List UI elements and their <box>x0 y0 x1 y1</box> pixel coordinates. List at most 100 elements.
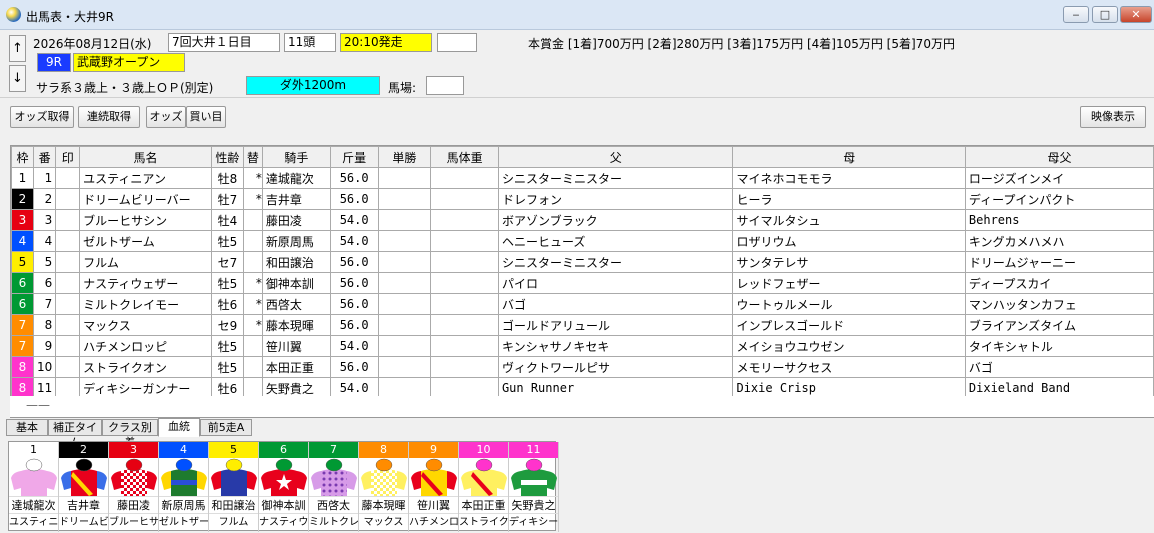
cell-sire: ゴールドアリュール <box>497 314 734 336</box>
silk-column[interactable]: 11 矢野貴之 ディキシー <box>509 442 559 532</box>
col-sire-header[interactable]: 父 <box>497 146 734 168</box>
cell-odds <box>377 314 432 336</box>
col-dam-header[interactable]: 母 <box>732 146 966 168</box>
cell-sire: ヘニーヒューズ <box>497 230 734 252</box>
jockey-silk-icon <box>309 458 358 496</box>
cell-dam: ロザリウム <box>732 230 966 252</box>
silk-horse-name: ナスティウ <box>259 513 308 530</box>
silk-column[interactable]: 4 新原周馬 ゼルトザー <box>159 442 209 532</box>
silk-number: 1 <box>9 442 58 458</box>
silk-column[interactable]: 5 和田譲治 フルム <box>209 442 259 532</box>
baba-label: 馬場: <box>388 81 417 95</box>
cell-sire: ヴィクトワールピサ <box>497 356 734 378</box>
cell-weight: 56.0 <box>329 314 379 336</box>
cell-waku: 7 <box>11 335 34 357</box>
cell-ban: 6 <box>32 272 57 294</box>
maximize-button[interactable]: □ <box>1092 6 1118 23</box>
cell-mark <box>55 272 81 294</box>
col-odds-header[interactable]: 単勝 <box>377 146 432 168</box>
silk-column[interactable]: 8 藤本現暉 マックス <box>359 442 409 532</box>
close-button[interactable]: ✕ <box>1120 6 1152 23</box>
cell-bms: ロージズインメイ <box>964 167 1154 189</box>
silk-column[interactable]: 7 西啓太 ミルトクレ <box>309 442 359 532</box>
col-weight-header[interactable]: 斤量 <box>329 146 379 168</box>
cell-kae <box>242 230 263 252</box>
tab-2[interactable]: クラス別着 <box>102 419 158 449</box>
tab-4[interactable]: 前5走A <box>200 419 252 436</box>
table-row[interactable]: 3 3 ブルーヒサシン 牡4 藤田凌 54.0 ボアゾンブラック サイマルタシュ Behrens <box>11 209 1154 231</box>
video-button[interactable]: 映像表示 <box>1080 106 1146 128</box>
cell-weight: 54.0 <box>329 209 379 231</box>
kaime-button[interactable]: 買い目 <box>186 106 226 128</box>
col-jockey-header[interactable]: 騎手 <box>261 146 331 168</box>
cell-kae <box>242 209 263 231</box>
cell-kae: * <box>242 314 263 336</box>
silk-jockey-name: 本田正重 <box>459 496 508 513</box>
race-header: ↑ ↓ 2026年08月12日(水) 7回大井１日目 11頭 20:10発走 本… <box>0 31 1154 97</box>
silk-jockey-name: 御神本訓 <box>259 496 308 513</box>
cell-bms: ディープスカイ <box>964 272 1154 294</box>
silk-column[interactable]: 6 御神本訓 ナスティウ <box>259 442 309 532</box>
silk-number: 4 <box>159 442 208 458</box>
col-bms-header[interactable]: 母父 <box>964 146 1154 168</box>
silk-jockey-name: 新原周馬 <box>159 496 208 513</box>
cell-jockey: 御神本訓 <box>261 272 331 294</box>
col-sexage-header[interactable]: 性齢 <box>210 146 244 168</box>
cell-mark <box>55 209 81 231</box>
table-row[interactable]: 6 6 ナスティウェザー 牡5 * 御神本訓 56.0 パイロ レッドフェザー ディープスカイ <box>11 272 1154 294</box>
tab-1[interactable]: 補正タイム <box>48 419 102 449</box>
table-row[interactable]: 7 8 マックス セ9 * 藤本現暉 56.0 ゴールドアリュール インプレスゴールド ブライアン… <box>11 314 1154 336</box>
cell-dam: マイネホコモモラ <box>732 167 966 189</box>
col-mark-header[interactable]: 印 <box>55 146 81 168</box>
cell-name: ナスティウェザー <box>79 272 212 294</box>
cell-kae <box>242 356 263 378</box>
col-kae-header[interactable]: 替 <box>242 146 263 168</box>
col-name-header[interactable]: 馬名 <box>79 146 212 168</box>
get-odds-button[interactable]: オッズ取得 <box>10 106 74 128</box>
silk-column[interactable]: 1 達城龍次 ユスティニ <box>9 442 59 532</box>
cell-kae: * <box>242 167 263 189</box>
minimize-button[interactable]: ‒ <box>1063 6 1089 23</box>
cell-odds <box>377 356 432 378</box>
table-row[interactable]: 1 1 ユスティニアン 牡8 * 達城龍次 56.0 シニスターミニスター マイネホコモモラ ロー… <box>11 167 1154 189</box>
continuous-get-button[interactable]: 連続取得 <box>78 106 140 128</box>
cell-kae: * <box>242 272 263 294</box>
silk-number: 2 <box>59 442 108 458</box>
cell-waku: 8 <box>11 356 34 378</box>
tab-3[interactable]: 血統 <box>158 418 200 437</box>
table-row[interactable]: 4 4 ゼルトザーム 牡5 新原周馬 54.0 ヘニーヒューズ ロザリウム キングカメハメハ <box>11 230 1154 252</box>
jockey-silk-icon <box>9 458 58 496</box>
silk-jockey-name: 西啓太 <box>309 496 358 513</box>
silk-jockey-name: 達城龍次 <box>9 496 58 513</box>
cell-waku: 3 <box>11 209 34 231</box>
table-row[interactable]: 2 2 ドリームビリーバー 牡7 * 吉井章 56.0 ドレフォン ヒーラ ディープインパクト <box>11 188 1154 210</box>
cell-jockey: 笹川翼 <box>261 335 331 357</box>
cell-dam: ウートゥルメール <box>732 293 966 315</box>
col-waku-header[interactable]: 枠 <box>11 146 34 168</box>
silk-column[interactable]: 9 笹川翼 ハチメンロ <box>409 442 459 532</box>
cell-waku: 4 <box>11 230 34 252</box>
table-row[interactable]: 5 5 フルム セ7 和田譲治 56.0 シニスターミニスター サンタテレサ ドリームジャーニー <box>11 251 1154 273</box>
cell-odds <box>377 272 432 294</box>
prev-race-button[interactable]: ↑ <box>9 35 26 62</box>
table-row[interactable]: 6 7 ミルトクレイモー 牡6 * 西啓太 56.0 バゴ ウートゥルメール マンハッタンカフェ <box>11 293 1154 315</box>
odds-button[interactable]: オッズ <box>146 106 186 128</box>
cell-weight: 56.0 <box>329 167 379 189</box>
col-bodyweight-header[interactable]: 馬体重 <box>430 146 499 168</box>
cell-name: ユスティニアン <box>79 167 212 189</box>
table-row[interactable]: 8 10 ストライクオン 牡5 本田正重 56.0 ヴィクトワールピサ メモリーサクセス バゴ <box>11 356 1154 378</box>
cell-bw <box>430 188 499 210</box>
cell-sire: バゴ <box>497 293 734 315</box>
cell-bms: マンハッタンカフェ <box>964 293 1154 315</box>
col-ban-header[interactable]: 番 <box>32 146 57 168</box>
silk-column[interactable]: 3 藤田凌 ブルーヒサ <box>109 442 159 532</box>
silk-column[interactable]: 2 吉井章 ドリームビ <box>59 442 109 532</box>
course-box: ダ外1200m <box>246 76 380 95</box>
cell-kae: * <box>242 293 263 315</box>
table-header-row: 枠番印馬名 性齢替騎手 斤量 単勝 馬体重父母母父 <box>11 146 1154 168</box>
silk-horse-name: ミルトクレ <box>309 513 358 530</box>
silk-column[interactable]: 10 本田正重 ストライク <box>459 442 509 532</box>
next-race-button[interactable]: ↓ <box>9 65 26 92</box>
tab-0[interactable]: 基本 <box>6 419 48 436</box>
table-row[interactable]: 7 9 ハチメンロッピ 牡5 笹川翼 54.0 キンシャサノキセキ メイショウユウゼン タイキシ… <box>11 335 1154 357</box>
